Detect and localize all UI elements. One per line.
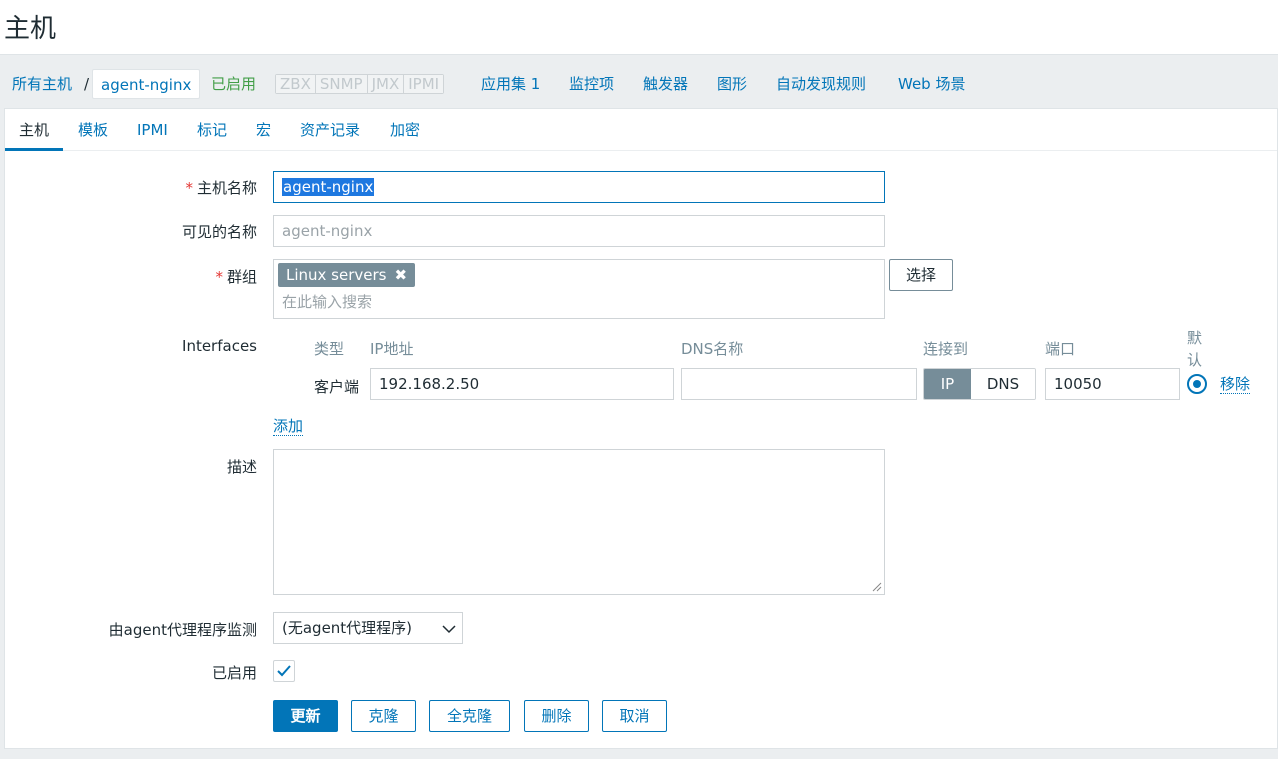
chevron-down-icon <box>442 625 456 634</box>
interfaces-header-ip: IP地址 <box>370 340 414 358</box>
tab-tags[interactable]: 标记 <box>197 109 227 151</box>
visible-name-label: 可见的名称 <box>181 223 257 241</box>
nav-discovery-rules[interactable]: 自动发现规则 <box>776 55 866 109</box>
availability-ipmi: IPMI <box>404 75 444 93</box>
tab-macros[interactable]: 宏 <box>256 109 271 151</box>
interface-port-input[interactable]: 10050 <box>1045 368 1180 400</box>
interfaces-header-dns: DNS名称 <box>681 340 744 358</box>
interface-add-link[interactable]: 添加 <box>273 417 304 436</box>
availability-indicators: ZBX SNMP JMX IPMI <box>275 74 445 94</box>
connect-dns-option[interactable]: DNS <box>971 369 1035 399</box>
groups-label: * 群组 <box>215 268 257 286</box>
interface-ip-input[interactable]: 192.168.2.50 <box>370 368 674 400</box>
enabled-checkbox[interactable] <box>273 660 295 682</box>
tab-inventory[interactable]: 资产记录 <box>300 109 360 151</box>
nav-triggers[interactable]: 触发器 <box>643 55 688 109</box>
host-name-label: * 主机名称 <box>185 179 257 197</box>
interface-connect-toggle: IP DNS <box>923 368 1036 400</box>
host-form-panel: 主机 模板 IPMI 标记 宏 资产记录 加密 * 主机名称 agent-ngin… <box>4 108 1278 749</box>
header-area: 主机 <box>0 0 1278 54</box>
connect-ip-option[interactable]: IP <box>924 369 971 399</box>
enabled-label: 已启用 <box>211 664 257 682</box>
groups-multiselect[interactable]: Linux servers ✖ 在此输入搜索 <box>273 259 885 319</box>
interface-type-agent: 客户端 <box>314 378 360 396</box>
groups-select-button[interactable]: 选择 <box>889 259 953 291</box>
update-button[interactable]: 更新 <box>273 700 338 732</box>
interfaces-header-type: 类型 <box>314 340 345 358</box>
breadcrumb-separator: / <box>84 75 90 93</box>
tab-templates[interactable]: 模板 <box>78 109 108 151</box>
nav-items[interactable]: 监控项 <box>569 55 614 109</box>
tab-host[interactable]: 主机 <box>5 109 64 151</box>
check-icon <box>277 665 291 677</box>
interfaces-header-port: 端口 <box>1045 340 1076 358</box>
interfaces-header-default-1: 默 <box>1187 329 1203 347</box>
host-navigation: 所有主机 / agent-nginx 已启用 ZBX SNMP JMX IPMI… <box>0 54 1278 108</box>
resize-handle-icon[interactable] <box>872 582 882 592</box>
availability-jmx: JMX <box>367 75 405 93</box>
tab-encryption[interactable]: 加密 <box>390 109 420 151</box>
interface-remove-link[interactable]: 移除 <box>1220 375 1251 394</box>
group-chip-linux-servers: Linux servers ✖ <box>278 263 416 287</box>
groups-search-input[interactable]: 在此输入搜索 <box>282 291 372 312</box>
visible-name-input[interactable]: agent-nginx <box>273 215 885 247</box>
host-status[interactable]: 已启用 <box>211 55 256 109</box>
proxy-label: 由agent代理程序监测 <box>108 621 257 639</box>
interfaces-label: Interfaces <box>182 337 257 355</box>
cancel-button[interactable]: 取消 <box>602 700 667 732</box>
full-clone-button[interactable]: 全克隆 <box>429 700 510 732</box>
host-name-input[interactable]: agent-nginx <box>273 171 885 203</box>
interfaces-header-default-2: 认 <box>1187 351 1203 369</box>
interfaces-header-connect: 连接到 <box>923 340 969 358</box>
clone-button[interactable]: 克隆 <box>351 700 416 732</box>
breadcrumb-current-host[interactable]: agent-nginx <box>92 69 201 99</box>
breadcrumb-all-hosts[interactable]: 所有主机 <box>12 55 72 109</box>
description-textarea[interactable] <box>273 449 885 595</box>
nav-web-scenarios[interactable]: Web 场景 <box>898 55 965 109</box>
tab-bar: 主机 模板 IPMI 标记 宏 资产记录 加密 <box>5 109 1277 151</box>
delete-button[interactable]: 删除 <box>524 700 589 732</box>
availability-snmp: SNMP <box>315 75 368 93</box>
page-title: 主机 <box>4 14 57 44</box>
description-label: 描述 <box>226 458 257 476</box>
nav-graphs[interactable]: 图形 <box>717 55 747 109</box>
interface-default-radio[interactable] <box>1187 374 1207 394</box>
proxy-select[interactable]: (无agent代理程序) <box>273 612 463 644</box>
availability-zbx: ZBX <box>276 75 316 93</box>
close-icon[interactable]: ✖ <box>394 266 407 284</box>
tab-ipmi[interactable]: IPMI <box>137 109 168 151</box>
nav-applications[interactable]: 应用集 1 <box>481 55 540 109</box>
interface-dns-input[interactable] <box>681 368 917 400</box>
